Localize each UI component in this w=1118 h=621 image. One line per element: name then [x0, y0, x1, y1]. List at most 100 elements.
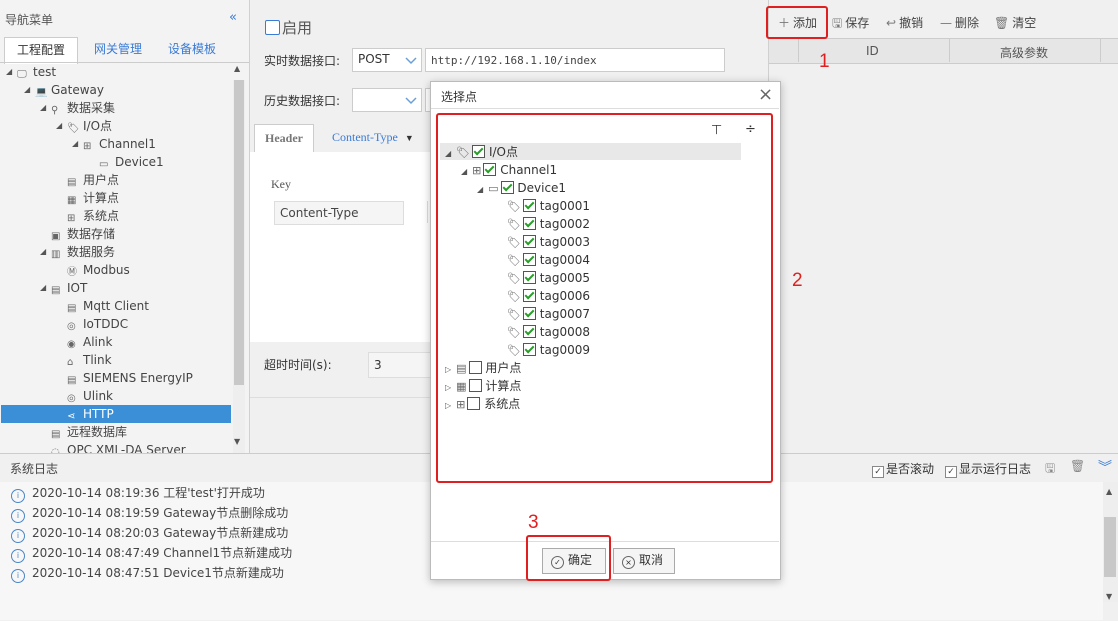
cancel-button[interactable]: × 取消: [613, 548, 675, 574]
annotation-box-1: [766, 6, 828, 39]
tree-item-label: 远程数据库: [67, 425, 128, 439]
tab-gateway-manage[interactable]: 网关管理: [86, 37, 150, 62]
tree-item-label: IOT: [67, 281, 88, 295]
delete-button[interactable]: — 删除: [940, 14, 979, 31]
enable-checkbox[interactable]: [265, 20, 280, 35]
tree-item[interactable]: ◢ ⊞ Channel1: [72, 135, 156, 153]
auto-scroll-checkbox[interactable]: ✓ 是否滚动: [872, 460, 934, 478]
tree-item-label: 数据采集: [67, 101, 116, 115]
history-method-select[interactable]: [352, 88, 422, 112]
tab-content-type[interactable]: Content-Type ▼: [332, 130, 414, 145]
tab-header[interactable]: Header: [254, 124, 314, 153]
tree-item-label: 用户点: [83, 173, 120, 187]
key-input[interactable]: Content-Type: [274, 201, 404, 225]
save-button[interactable]: 🖫 保存: [832, 14, 869, 35]
minus-icon: —: [940, 16, 952, 30]
expand-arrow-icon[interactable]: ◢: [40, 243, 46, 261]
tlink-icon: ⌂: [67, 357, 74, 368]
log-entry: i 2020-10-14 08:19:59 Gateway节点删除成功: [11, 504, 288, 523]
tree-item[interactable]: ◢ ▥ 数据服务: [40, 243, 115, 261]
tree-item[interactable]: ◎ Ulink: [67, 387, 113, 405]
tree-item[interactable]: ⋖ HTTP: [67, 405, 114, 423]
tree-item[interactable]: ◢ 🖵 test: [6, 63, 56, 81]
tree-item[interactable]: ◢ 💻 Gateway: [24, 81, 104, 99]
realtime-url-value: http://192.168.1.10/index: [431, 54, 597, 67]
undo-button[interactable]: ↩ 撤销: [886, 14, 923, 31]
computer-icon: 💻: [35, 87, 48, 98]
realtime-url-input[interactable]: http://192.168.1.10/index: [425, 48, 725, 72]
tree-item[interactable]: ▦ 计算点: [67, 189, 119, 207]
tree-item[interactable]: ◢ 🏷 I/O点: [56, 117, 112, 135]
scroll-down-icon[interactable]: ▼: [1106, 592, 1112, 601]
tree-item-label: Mqtt Client: [83, 299, 149, 313]
cancel-circle-icon: ×: [622, 556, 635, 569]
log-entry: i 2020-10-14 08:47:49 Channel1节点新建成功: [11, 544, 293, 563]
expand-arrow-icon[interactable]: ◢: [72, 135, 78, 153]
tree-item[interactable]: ◎ IoTDDC: [67, 315, 128, 333]
tree-item-label: 计算点: [83, 191, 120, 205]
log-entry-text: 2020-10-14 08:47:49 Channel1节点新建成功: [32, 546, 293, 560]
scroll-down-icon[interactable]: ▼: [234, 437, 240, 446]
tree-item[interactable]: ▭ Device1: [99, 153, 164, 171]
tree-item[interactable]: ▤ 远程数据库: [51, 423, 127, 441]
tree-item-label: 数据存储: [67, 227, 116, 241]
save-label: 保存: [845, 16, 870, 30]
tree-item-label: Device1: [115, 155, 164, 169]
tree-item[interactable]: ◢ ⚲ 数据采集: [40, 99, 116, 117]
tree-item[interactable]: ▤ SIEMENS EnergyIP: [67, 369, 193, 387]
column-header-id[interactable]: ID: [866, 44, 879, 58]
history-api-label: 历史数据接口:: [264, 94, 341, 108]
opc-icon: ◌: [51, 447, 60, 453]
delete-label: 删除: [955, 16, 980, 30]
annotation-box-3: [526, 535, 611, 581]
expand-arrow-icon[interactable]: ◢: [56, 117, 62, 135]
log-scroll-thumb[interactable]: [1104, 517, 1116, 577]
expand-arrow-icon[interactable]: ◢: [40, 279, 46, 297]
save-log-icon[interactable]: 🖫: [1045, 459, 1055, 480]
tab-device-template[interactable]: 设备模板: [160, 37, 224, 62]
nav-scroll-thumb[interactable]: [234, 80, 244, 385]
expand-arrow-icon[interactable]: ◢: [40, 99, 46, 117]
log-entry-text: 2020-10-14 08:47:51 Device1节点新建成功: [32, 566, 284, 580]
info-icon: i: [11, 489, 25, 503]
show-run-log-checkbox[interactable]: ✓ 显示运行日志: [945, 460, 1031, 478]
key-value: Content-Type: [280, 206, 359, 220]
column-header-advanced[interactable]: 高级参数: [1000, 44, 1048, 61]
iot-icon: ▤: [51, 285, 61, 296]
tree-item-label: HTTP: [83, 407, 114, 421]
scroll-up-icon[interactable]: ▲: [1106, 487, 1112, 496]
collapse-icon[interactable]: «: [229, 10, 237, 25]
tree-item[interactable]: ▤ Mqtt Client: [67, 297, 149, 315]
trash-icon[interactable]: 🗑: [1070, 459, 1085, 473]
tree-item[interactable]: Ⓜ Modbus: [67, 261, 130, 279]
ulink-icon: ◎: [67, 393, 76, 404]
chevron-down-icon: [401, 89, 421, 111]
tab-project-config[interactable]: 工程配置: [4, 37, 78, 64]
expand-arrow-icon[interactable]: ◢: [6, 63, 12, 81]
tree-item[interactable]: ◉ Alink: [67, 333, 112, 351]
timeout-label: 超时时间(s):: [264, 358, 332, 372]
tree-item[interactable]: ⊞ 系统点: [67, 207, 119, 225]
iotddc-icon: ◎: [67, 321, 76, 332]
tree-item[interactable]: ▤ 用户点: [67, 171, 119, 189]
tree-item[interactable]: ◌ OPC XML-DA Server: [51, 441, 186, 453]
expand-arrow-icon[interactable]: ◢: [24, 81, 30, 99]
clear-button[interactable]: 🗑 清空: [994, 14, 1036, 31]
tree-item[interactable]: ◢ ▤ IOT: [40, 279, 88, 297]
realtime-method-select[interactable]: POST: [352, 48, 422, 72]
tree-item-label: OPC XML-DA Server: [67, 443, 186, 453]
clear-label: 清空: [1012, 16, 1037, 30]
collapse-down-icon[interactable]: ︾: [1098, 457, 1112, 477]
caret-down-icon: ▼: [404, 133, 414, 143]
annotation-number-1: 1: [819, 51, 830, 72]
tree-item[interactable]: ▣ 数据存储: [51, 225, 115, 243]
check-icon: ✓: [872, 466, 884, 478]
dialog-title: 选择点: [441, 90, 478, 104]
dialog-title-divider: [431, 108, 779, 109]
tree-item[interactable]: ⌂ Tlink: [67, 351, 112, 369]
show-run-log-label: 显示运行日志: [959, 462, 1032, 476]
close-icon[interactable]: ×: [758, 84, 773, 105]
scroll-up-icon[interactable]: ▲: [234, 64, 240, 73]
undo-icon: ↩: [886, 16, 897, 30]
timeout-input[interactable]: 3: [368, 352, 432, 378]
